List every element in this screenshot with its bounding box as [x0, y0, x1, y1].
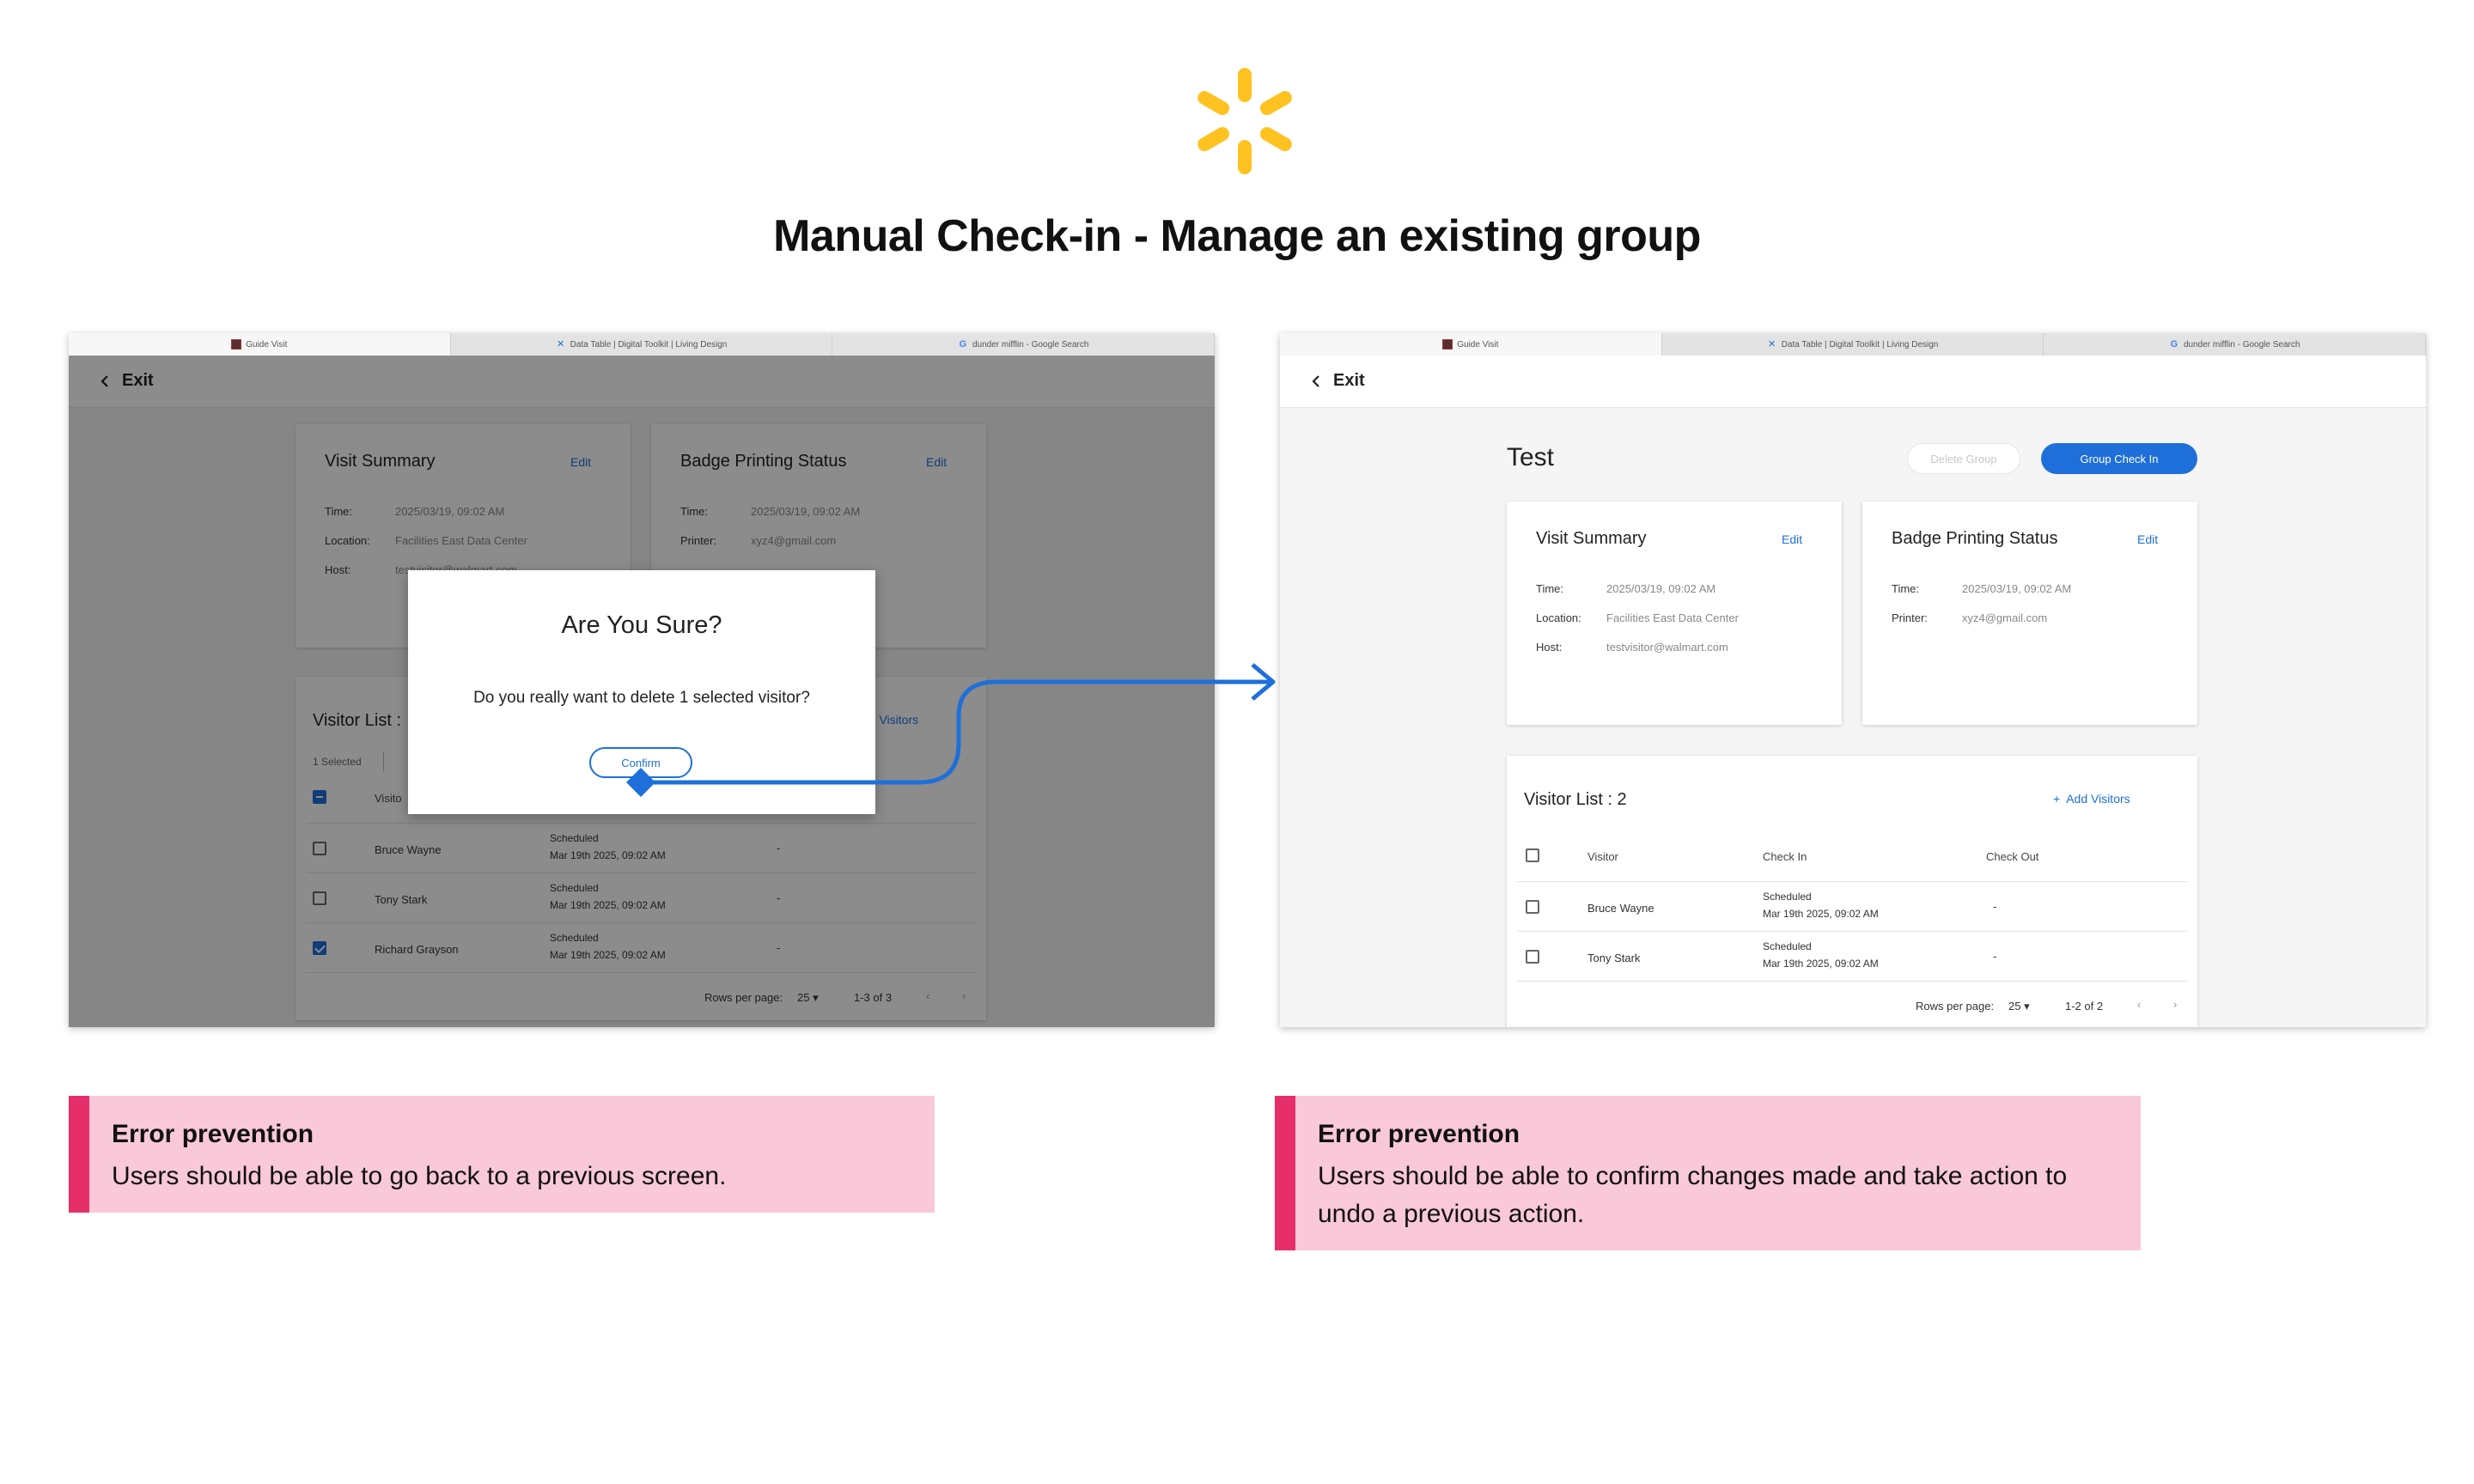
note-text: Users should be able to confirm changes …	[1318, 1162, 2068, 1228]
note-title: Error prevention	[1318, 1120, 1520, 1148]
flow-connector-arrow	[626, 663, 1276, 797]
note-title: Error prevention	[112, 1120, 314, 1148]
note-accent-bar	[69, 1096, 89, 1213]
note-text: Users should be able to go back to a pre…	[112, 1162, 727, 1190]
note-accent-bar	[1275, 1096, 1295, 1250]
annotation-note: Error prevention Users should be able to…	[1275, 1096, 2141, 1250]
annotation-note: Error prevention Users should be able to…	[69, 1096, 935, 1213]
